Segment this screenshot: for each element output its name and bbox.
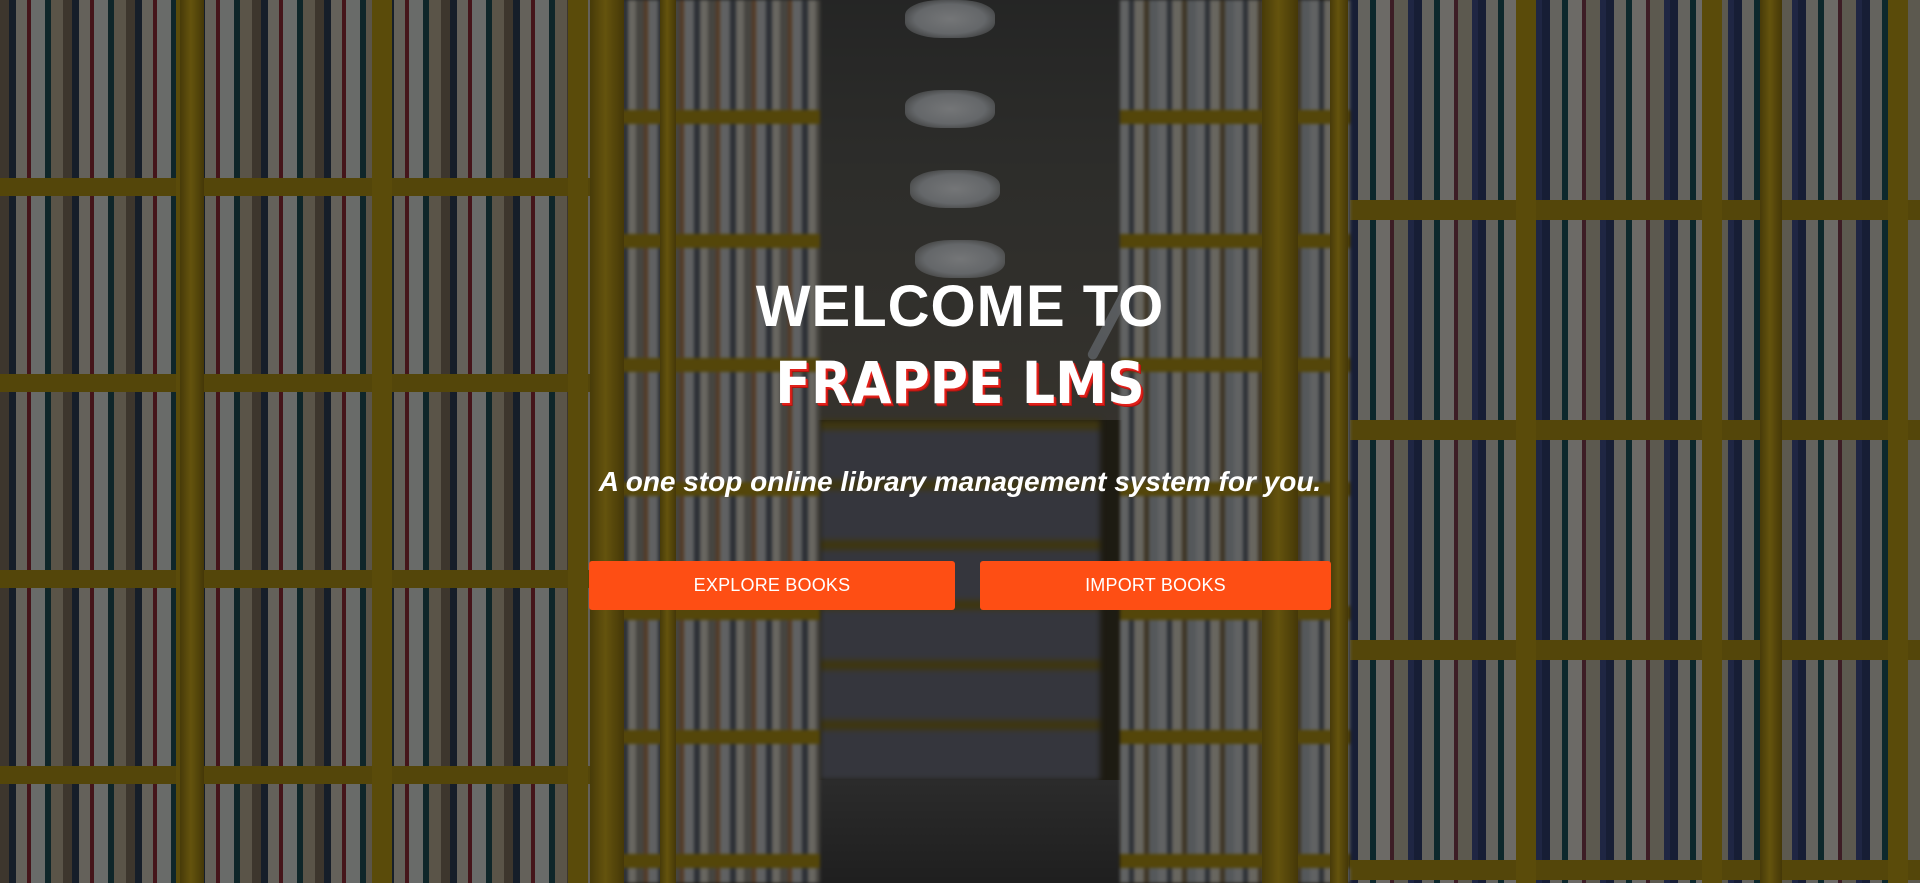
brand-title: FRAPPE LMS [775,349,1145,417]
tagline: A one stop online library management sys… [598,466,1322,497]
welcome-heading: WELCOME TO [755,274,1165,339]
import-books-button[interactable]: IMPORT BOOKS [980,561,1331,610]
explore-books-button[interactable]: EXPLORE BOOKS [589,561,955,610]
hero-content: WELCOME TO FRAPPE LMS A one stop online … [0,0,1920,883]
hero-section: WELCOME TO FRAPPE LMS A one stop online … [0,0,1920,883]
